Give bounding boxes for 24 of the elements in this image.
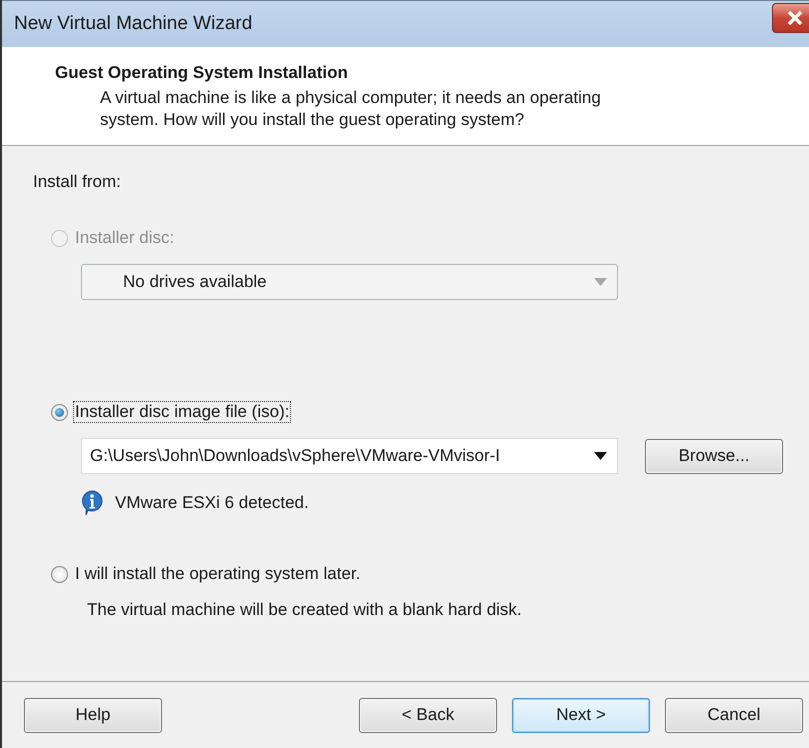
page-title: Guest Operating System Installation	[55, 63, 349, 83]
radio-button[interactable]	[51, 566, 68, 582]
iso-path-dropdown[interactable]: G:\Users\John\Downloads\vSphere\VMware-VMvisor-I	[81, 438, 618, 474]
close-button[interactable]	[772, 3, 809, 33]
dropdown-value: No drives available	[123, 272, 267, 292]
option-note: The virtual machine will be created with a blank hard disk.	[87, 600, 523, 620]
dialog-button[interactable]: Next >	[512, 698, 650, 732]
radio-label: Installer disc:	[74, 228, 176, 248]
page-description: A virtual machine is like a physical computer; it needs an operating system. How will you install the guest operating system?	[99, 87, 602, 131]
window-title: New Virtual Machine Wizard	[14, 13, 252, 35]
caret-icon	[594, 278, 607, 286]
info-icon	[81, 490, 103, 516]
caret-icon	[594, 452, 607, 460]
dropdown-value: G:\Users\John\Downloads\vSphere\VMware-VMvisor-I	[90, 446, 500, 466]
detection-message: VMware ESXi 6 detected.	[115, 493, 309, 513]
dialog-button[interactable]: < Back	[359, 698, 497, 732]
close-icon	[786, 11, 802, 25]
radio-button[interactable]	[51, 404, 68, 420]
section-label: Install from:	[33, 172, 122, 192]
radio-label: I will install the operating system later.	[74, 564, 362, 584]
dialog-button[interactable]: Help	[24, 698, 162, 732]
radio-label: Installer disc image file (iso):	[74, 402, 290, 422]
dialog-button[interactable]: Cancel	[665, 698, 803, 732]
browse-button[interactable]: Browse...	[645, 438, 783, 474]
